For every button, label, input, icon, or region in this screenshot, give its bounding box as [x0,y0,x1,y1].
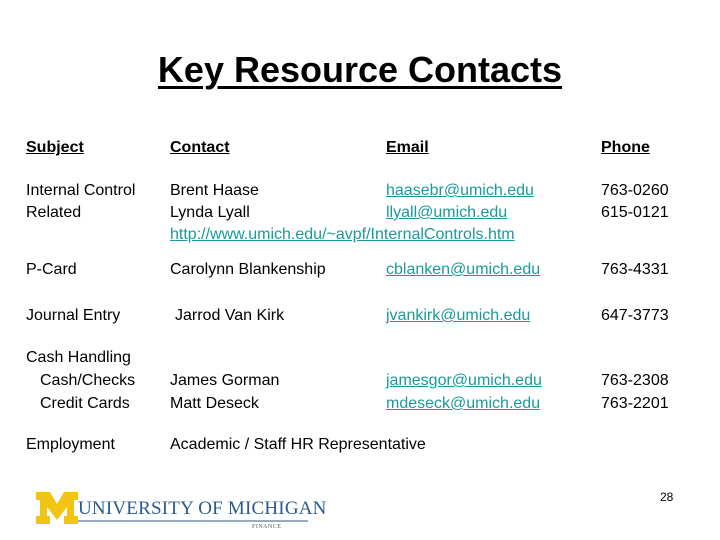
phone-deseck: 763-2201 [601,395,669,412]
page-number: 28 [660,490,674,504]
subject-internal-control-related: Related [26,204,82,221]
university-of-michigan-logo: UNIVERSITY OF MICHIGAN FINANCE [34,488,326,532]
subject-cash-checks: Cash/Checks [40,372,136,389]
contact-jarrod-van-kirk: Jarrod Van Kirk [175,307,285,324]
header-phone: Phone [601,139,650,156]
contact-brent-haase: Brent Haase [170,182,259,199]
phone-blankenship: 763-4331 [601,261,669,278]
phone-haase: 763-0260 [601,182,669,199]
contact-hr-representative: Academic / Staff HR Representative [170,436,426,453]
subject-cash-handling: Cash Handling [26,349,131,366]
subject-pcard: P-Card [26,261,77,278]
email-cblanken[interactable]: cblanken@umich.edu [386,259,540,280]
logo-text: UNIVERSITY OF MICHIGAN [78,498,327,519]
header-email: Email [386,139,429,156]
email-jamesgor[interactable]: jamesgor@umich.edu [386,370,542,391]
phone-gorman: 763-2308 [601,372,669,389]
page-title: Key Resource Contacts [157,49,563,90]
email-jvankirk[interactable]: jvankirk@umich.edu [386,305,530,326]
contact-james-gorman: James Gorman [170,372,280,389]
contact-lynda-lyall: Lynda Lyall [170,204,250,221]
phone-van-kirk: 647-3773 [601,307,669,324]
subject-employment: Employment [26,436,115,453]
subject-credit-cards: Credit Cards [40,395,130,412]
contact-matt-deseck: Matt Deseck [170,395,259,412]
email-haasebr[interactable]: haasebr@umich.edu [386,180,534,201]
contact-carolynn-blankenship: Carolynn Blankenship [170,261,326,278]
logo-subtext: FINANCE [252,524,282,530]
internal-controls-link[interactable]: http://www.umich.edu/~avpf/InternalContr… [170,224,515,245]
email-llyall[interactable]: llyall@umich.edu [386,202,507,223]
subject-internal-control: Internal Control [26,182,136,199]
header-subject: Subject [26,139,84,156]
email-mdeseck[interactable]: mdeseck@umich.edu [386,393,540,414]
header-contact: Contact [170,139,230,156]
phone-lyall: 615-0121 [601,204,669,221]
subject-journal-entry: Journal Entry [26,307,121,324]
